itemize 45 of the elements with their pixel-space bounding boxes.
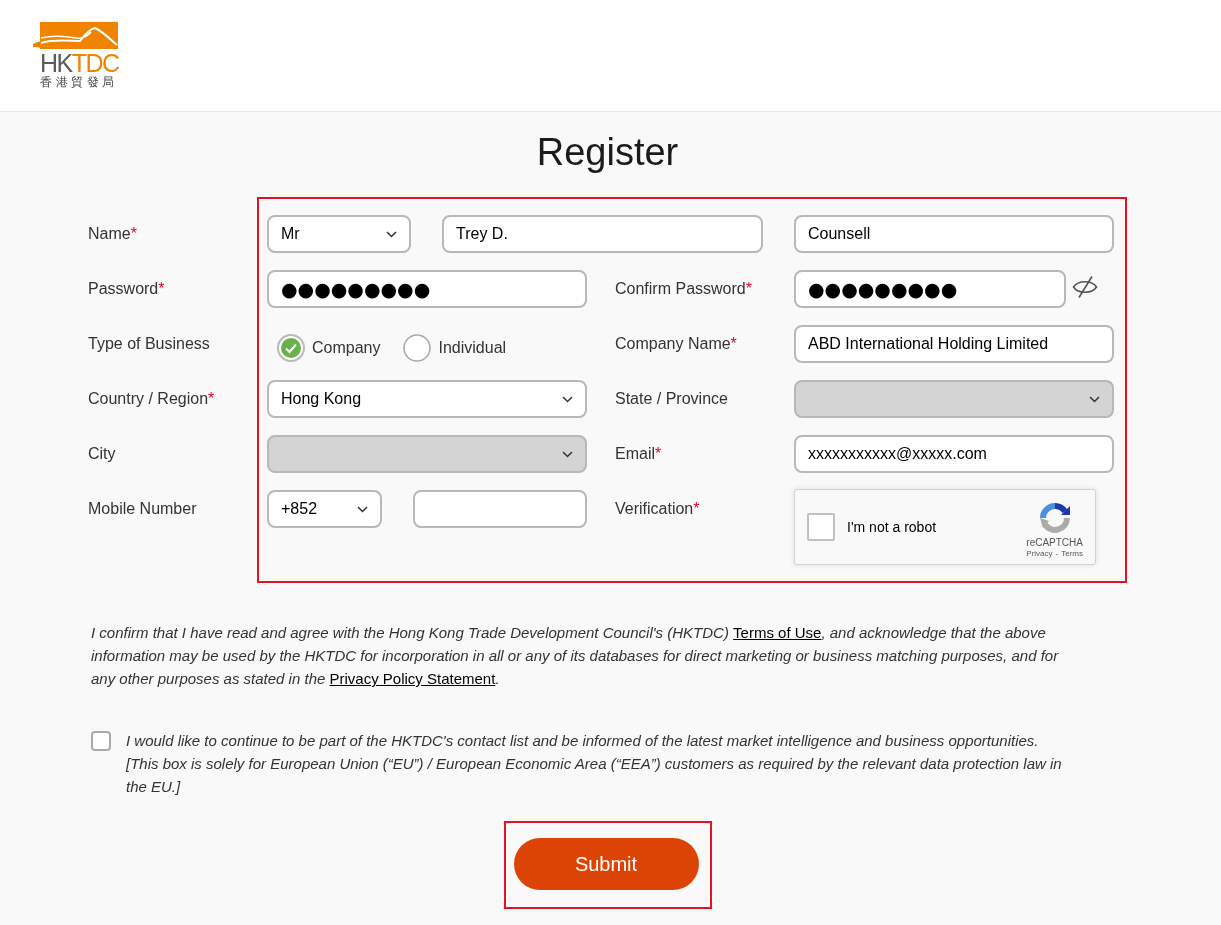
- captcha-label: I'm not a robot: [847, 519, 937, 535]
- recaptcha-logo-icon: [1038, 501, 1071, 534]
- chevron-down-icon: [562, 450, 573, 458]
- title-select[interactable]: Mr: [267, 215, 411, 253]
- chevron-down-icon: [1089, 395, 1100, 403]
- country-select[interactable]: Hong Kong: [267, 380, 587, 418]
- radio-option[interactable]: Individual: [403, 334, 507, 362]
- chevron-down-icon: [562, 395, 573, 403]
- confirm-password-field[interactable]: ●●●●●●●●●: [794, 270, 1066, 308]
- eye-slash-icon[interactable]: [1072, 275, 1098, 299]
- country-code-select[interactable]: +852: [267, 490, 382, 528]
- field-label: Mobile Number: [88, 499, 197, 519]
- chevron-down-icon: [357, 505, 368, 513]
- field-label: Verification*: [615, 499, 701, 519]
- first-name-field[interactable]: Trey D.: [442, 215, 763, 253]
- field-label: Company Name*: [615, 334, 738, 354]
- email-field[interactable]: xxxxxxxxxxx@xxxxx.com: [794, 435, 1114, 473]
- radio-option[interactable]: Company: [277, 334, 381, 362]
- password-field[interactable]: ●●●●●●●●●: [267, 270, 587, 308]
- chevron-down-icon: [386, 230, 397, 238]
- mobile-number-field[interactable]: [413, 490, 587, 528]
- captcha-brand-text: reCAPTCHA: [1026, 536, 1083, 549]
- field-label: Confirm Password*: [615, 279, 753, 299]
- logo-subtitle: 香港貿發局: [40, 75, 118, 89]
- captcha-link[interactable]: Privacy: [1026, 548, 1053, 559]
- field-label: Password*: [88, 279, 165, 299]
- field-label: Country / Region*: [88, 389, 215, 409]
- field-label: Type of Business: [88, 334, 210, 354]
- last-name-field[interactable]: Counsell: [794, 215, 1114, 253]
- field-label: City: [88, 444, 116, 464]
- company-name-field[interactable]: ABD International Holding Limited: [794, 325, 1114, 363]
- opt-in-checkbox[interactable]: [91, 731, 111, 751]
- opt-in-text: I would like to continue to be part of the HKTDC's contact list and be informed of the latest market intelligence and business opportunities. [This box is solely for European Union (“EU”) / European Economic Area (“EEA”) customers as required by the relevant data protection law in the EU.]: [126, 731, 1063, 797]
- logo-wordmark[interactable]: HKTDC: [40, 51, 119, 75]
- link-separator: -: [1055, 548, 1059, 559]
- page-title: Register: [535, 130, 680, 175]
- consent-paragraph: I confirm that I have read and agree with the Hong Kong Trade Development Council's (HKTDC) Terms of Use, and acknowledge that the above information may be used by the HKTDC for incorporation in all or any of its databases for direct marketing or business matching purposes, and for any other purposes as stated in the Privacy Policy Statement.: [91, 623, 1060, 689]
- submit-button[interactable]: Submit: [513, 838, 699, 890]
- field-label: Name*: [88, 224, 137, 244]
- captcha-checkbox[interactable]: [807, 513, 835, 541]
- text-link[interactable]: Terms of Use: [733, 624, 822, 641]
- captcha-link[interactable]: Terms: [1061, 548, 1083, 559]
- field-label: Email*: [615, 444, 663, 464]
- wave-banner-icon: [33, 22, 118, 50]
- field-label: State / Province: [615, 389, 729, 409]
